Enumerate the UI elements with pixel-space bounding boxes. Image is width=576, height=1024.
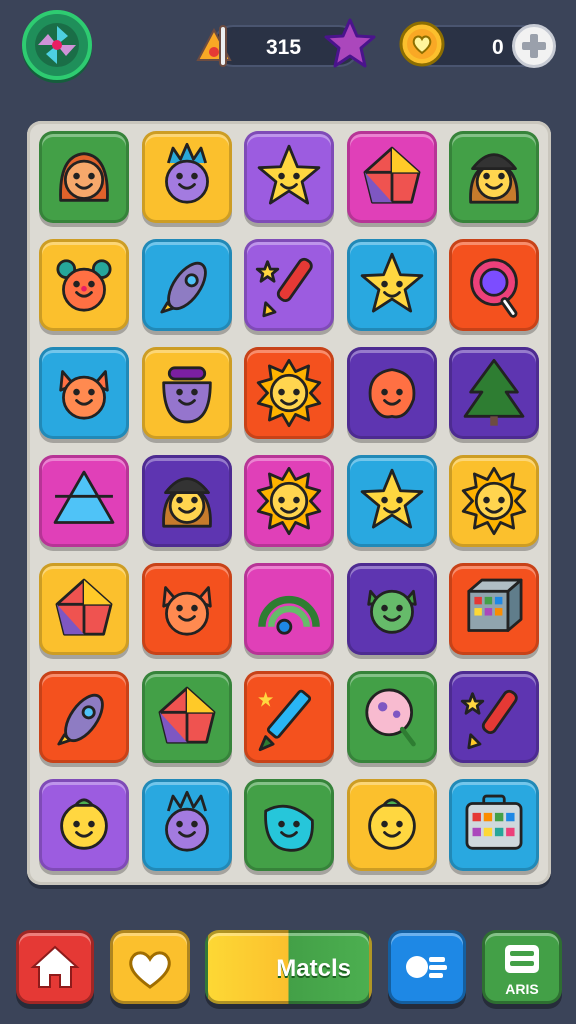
tile[interactable] xyxy=(244,671,334,763)
coins-value: 0 xyxy=(492,36,504,59)
alien-face-icon xyxy=(367,589,417,634)
tile[interactable] xyxy=(244,779,334,871)
tile[interactable] xyxy=(142,455,232,547)
tree-icon xyxy=(463,358,525,426)
tile[interactable] xyxy=(39,671,129,763)
tile[interactable] xyxy=(449,131,539,223)
star-face-icon xyxy=(257,144,321,205)
toggle-icon xyxy=(406,956,447,978)
tile[interactable] xyxy=(347,779,437,871)
pot-face-icon xyxy=(162,366,212,424)
heart-icon xyxy=(129,951,171,989)
add-coins-button[interactable] xyxy=(512,24,556,68)
monster-face-icon xyxy=(165,790,209,852)
match-label: Matcls xyxy=(276,955,351,982)
sun-face-icon xyxy=(256,358,322,428)
drop-face-icon xyxy=(264,804,314,852)
hat-girl-icon xyxy=(162,477,212,528)
favorites-button[interactable] xyxy=(110,930,190,1004)
score-value: 315 xyxy=(266,36,302,59)
lollipop-icon xyxy=(470,258,518,318)
toggle-button[interactable] xyxy=(388,930,466,1004)
toolbox-icon xyxy=(465,794,523,850)
tile[interactable] xyxy=(347,347,437,439)
kite-icon xyxy=(55,578,113,636)
star-face-icon xyxy=(360,252,424,313)
tile[interactable] xyxy=(142,779,232,871)
tile[interactable] xyxy=(39,239,129,331)
tile[interactable] xyxy=(142,563,232,655)
tile[interactable] xyxy=(39,563,129,655)
monster-face-icon xyxy=(165,142,209,204)
tile[interactable] xyxy=(244,239,334,331)
kite-icon xyxy=(363,146,421,204)
pinwheel-logo-icon[interactable] xyxy=(22,10,92,80)
sun-face-icon xyxy=(461,466,527,536)
sun-face-icon xyxy=(256,466,322,536)
tile[interactable] xyxy=(39,779,129,871)
list-button[interactable]: ARIS xyxy=(482,930,562,1004)
tile[interactable] xyxy=(449,671,539,763)
smiley-face-icon xyxy=(60,798,108,850)
plus-icon xyxy=(522,34,546,58)
triangle-face-icon xyxy=(53,470,115,524)
tile[interactable] xyxy=(347,131,437,223)
tile[interactable] xyxy=(347,671,437,763)
tile[interactable] xyxy=(449,239,539,331)
bottom-bar: Matcls ARIS xyxy=(0,920,576,1024)
fish-face-icon xyxy=(368,368,416,419)
game-board xyxy=(27,121,551,885)
hat-girl-icon xyxy=(469,153,519,204)
clown-face-icon xyxy=(56,259,112,312)
top-bar: 315 0 xyxy=(0,0,576,95)
bell-icon xyxy=(196,25,232,67)
rocket-icon xyxy=(57,693,104,746)
list-icon xyxy=(505,945,539,973)
tile[interactable] xyxy=(449,347,539,439)
home-icon xyxy=(30,945,80,988)
paintbrush-icon xyxy=(255,257,313,318)
tile[interactable] xyxy=(39,131,129,223)
tile[interactable] xyxy=(39,347,129,439)
tile[interactable] xyxy=(142,239,232,331)
tile[interactable] xyxy=(142,347,232,439)
rainbow-icon xyxy=(258,595,320,635)
cat-face-icon xyxy=(162,586,212,636)
tile[interactable] xyxy=(244,347,334,439)
tile[interactable] xyxy=(244,131,334,223)
balloon-icon xyxy=(365,688,416,747)
tile[interactable] xyxy=(142,131,232,223)
heart-coin-icon xyxy=(399,21,445,67)
rocket-icon xyxy=(160,261,207,314)
smiley-face-icon xyxy=(368,798,416,850)
girl-face-icon xyxy=(59,152,109,202)
paintbrush-icon xyxy=(460,689,518,750)
list-label: ARIS xyxy=(505,981,539,997)
star-icon xyxy=(324,18,376,68)
cube-icon xyxy=(467,578,523,632)
cat-face-icon xyxy=(59,370,109,420)
tile[interactable] xyxy=(449,779,539,871)
home-button[interactable] xyxy=(16,930,94,1004)
tile[interactable] xyxy=(347,239,437,331)
crayon-icon xyxy=(258,689,312,752)
tile[interactable] xyxy=(347,563,437,655)
tile[interactable] xyxy=(244,455,334,547)
star-face-icon xyxy=(360,468,424,529)
tile[interactable] xyxy=(142,671,232,763)
match-button[interactable]: Matcls xyxy=(205,930,372,1004)
tile[interactable] xyxy=(347,455,437,547)
tile[interactable] xyxy=(449,563,539,655)
tile[interactable] xyxy=(449,455,539,547)
tile[interactable] xyxy=(244,563,334,655)
kite-icon xyxy=(158,686,216,744)
tile[interactable] xyxy=(39,455,129,547)
